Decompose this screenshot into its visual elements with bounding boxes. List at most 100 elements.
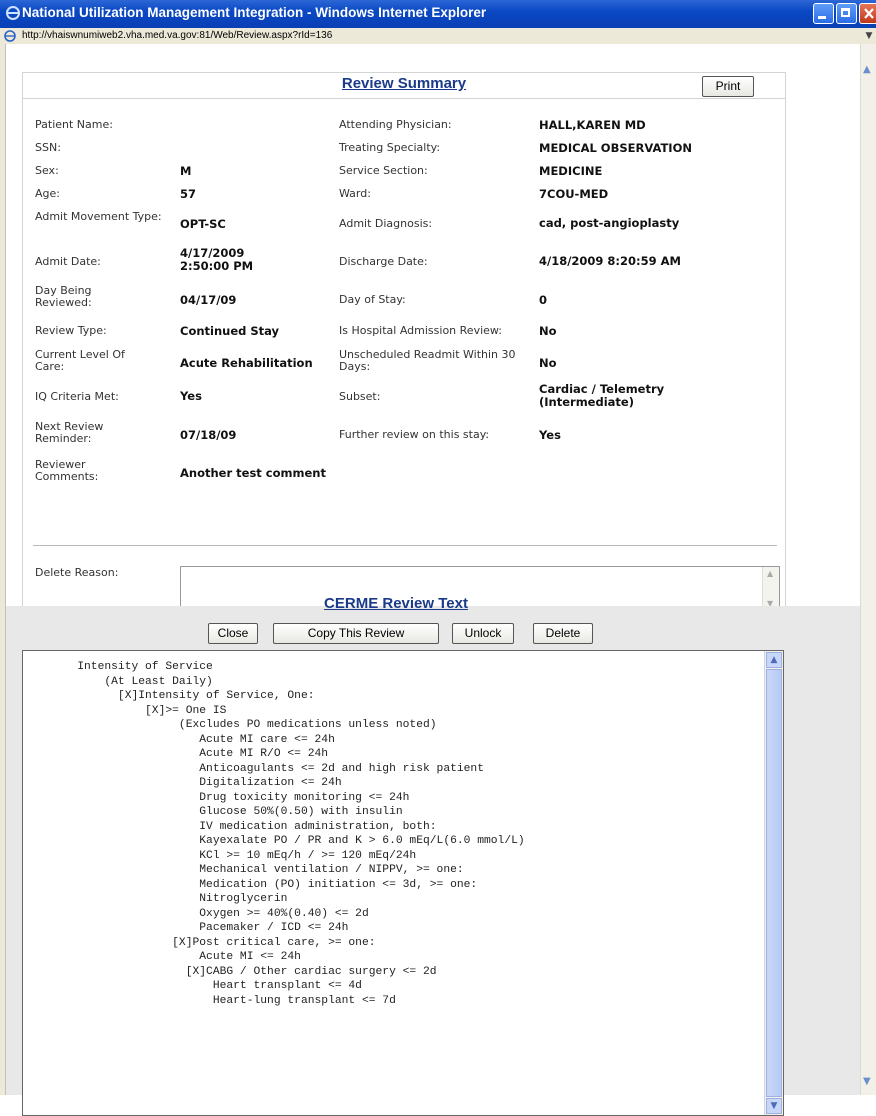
cerme-review-text: Intensity of Service (At Least Daily) [X… xyxy=(23,660,525,1008)
minimize-button[interactable] xyxy=(813,3,834,24)
service-section-value: MEDICINE xyxy=(539,164,603,178)
cerme-line: [X]Post critical care, >= one: xyxy=(23,936,376,949)
hospital-admission-review-value: No xyxy=(539,324,557,338)
delete-reason-scrollbar[interactable]: ▲ ▼ xyxy=(762,567,779,610)
field-label: Further review on this stay: xyxy=(339,428,490,441)
internet-explorer-icon xyxy=(6,6,20,20)
close-window-button[interactable] xyxy=(859,3,876,24)
close-button[interactable]: Close xyxy=(208,623,258,644)
field-label: IQ Criteria Met: xyxy=(35,390,119,403)
maximize-button[interactable] xyxy=(836,3,857,24)
cerme-line: [X]Intensity of Service, One: xyxy=(23,690,315,702)
cerme-line: Glucose 50%(0.50) with insulin xyxy=(23,806,403,818)
cerme-line: Kayexalate PO / PR and K > 6.0 mEq/L(6.0… xyxy=(23,835,525,847)
print-button[interactable]: Print xyxy=(702,76,754,97)
field-label: Current Level Of Care: xyxy=(35,348,125,373)
cerme-line: Acute MI <= 24h xyxy=(23,951,301,963)
page-scrollbar[interactable]: ▲ ▼ xyxy=(860,44,876,1095)
field-label: Is Hospital Admission Review: xyxy=(339,324,503,337)
field-label: Discharge Date: xyxy=(339,255,428,268)
page-content: Review Summary Print Patient Name: Atten… xyxy=(6,44,860,1116)
cerme-line: Pacemaker / ICD <= 24h xyxy=(23,922,349,934)
address-bar[interactable]: http://vhaiswnumiweb2.vha.med.va.gov:81/… xyxy=(0,28,876,45)
window-title: National Utilization Management Integrat… xyxy=(22,5,487,20)
cerme-line: [X]CABG / Other cardiac surgery <= 2d xyxy=(23,965,437,978)
chevron-down-icon[interactable]: ▼ xyxy=(766,1098,782,1114)
delete-button[interactable]: Delete xyxy=(533,623,593,644)
field-label: Service Section: xyxy=(339,164,428,177)
chevron-down-icon[interactable]: ▼ xyxy=(862,30,876,42)
cerme-line: Heart transplant <= 4d xyxy=(23,980,362,992)
field-label: Admit Date: xyxy=(35,255,101,268)
unscheduled-readmit-value: No xyxy=(539,356,557,370)
discharge-date-value: 4/18/2009 8:20:59 AM xyxy=(539,254,681,268)
admit-date-value: 4/17/2009 2:50:00 PM xyxy=(180,246,254,273)
cerme-line: (At Least Daily) xyxy=(23,675,213,688)
field-label: Sex: xyxy=(35,164,59,177)
chevron-up-icon[interactable]: ▲ xyxy=(767,569,773,578)
cerme-line: [X]>= One IS xyxy=(23,704,227,717)
cerme-review-textbox[interactable]: Intensity of Service (At Least Daily) [X… xyxy=(22,650,784,1116)
cerme-line: IV medication administration, both: xyxy=(23,820,437,833)
cerme-line: Anticoagulants <= 2d and high risk patie… xyxy=(23,762,484,775)
field-label: Patient Name: xyxy=(35,118,113,131)
cerme-line: (Excludes PO medications unless noted) xyxy=(23,719,437,731)
field-label: Treating Specialty: xyxy=(339,141,441,154)
field-label: Reviewer Comments: xyxy=(35,458,99,483)
field-label: Day of Stay: xyxy=(339,293,406,306)
scrollbar-thumb[interactable] xyxy=(766,669,782,1097)
cerme-line: Acute MI R/O <= 24h xyxy=(23,748,329,760)
chevron-up-icon[interactable]: ▲ xyxy=(766,652,782,668)
page-icon xyxy=(4,30,16,42)
age-value: 57 xyxy=(180,187,197,201)
admit-diagnosis-value: cad, post-angioplasty xyxy=(539,216,680,230)
field-label: Attending Physician: xyxy=(339,118,452,131)
divider xyxy=(33,545,777,546)
treating-specialty-value: MEDICAL OBSERVATION xyxy=(539,141,692,155)
cerme-line: Oxygen >= 40%(0.40) <= 2d xyxy=(23,907,369,920)
close-icon xyxy=(864,8,874,19)
url-text[interactable]: http://vhaiswnumiweb2.vha.med.va.gov:81/… xyxy=(22,30,332,41)
subset-value: Cardiac / Telemetry (Intermediate) xyxy=(539,382,665,409)
review-summary-title: Review Summary xyxy=(341,75,467,92)
chevron-up-icon[interactable]: ▲ xyxy=(863,64,871,75)
field-label: Age: xyxy=(35,187,60,200)
review-type-value: Continued Stay xyxy=(180,324,280,338)
cerme-line: Acute MI care <= 24h xyxy=(23,733,335,746)
unlock-button[interactable]: Unlock xyxy=(452,623,514,644)
field-label: Day Being Reviewed: xyxy=(35,284,92,309)
copy-review-button[interactable]: Copy This Review xyxy=(273,623,439,644)
day-of-stay-value: 0 xyxy=(539,293,548,307)
cerme-line: Drug toxicity monitoring <= 24h xyxy=(23,791,410,804)
window-title-bar: National Utilization Management Integrat… xyxy=(0,0,876,28)
field-label: Admit Movement Type: xyxy=(35,210,162,223)
field-label: Subset: xyxy=(339,390,381,403)
cerme-line: KCl >= 10 mEq/h / >= 120 mEq/24h xyxy=(23,849,417,862)
cerme-review-title: CERME Review Text xyxy=(324,595,468,612)
cerme-line: Intensity of Service xyxy=(23,661,213,673)
cerme-line: Heart-lung transplant <= 7d xyxy=(23,994,396,1007)
review-summary-panel: Patient Name: Attending Physician: HALL,… xyxy=(22,98,786,622)
further-review-value: Yes xyxy=(539,428,561,442)
cerme-line: Digitalization <= 24h xyxy=(23,777,342,789)
reviewer-comments-value: Another test comment xyxy=(180,466,326,480)
current-level-of-care-value: Acute Rehabilitation xyxy=(180,356,313,370)
admit-movement-type-value: OPT-SC xyxy=(180,217,226,231)
cerme-scrollbar[interactable]: ▲ ▼ xyxy=(764,651,783,1115)
ward-value: 7COU-MED xyxy=(539,187,609,201)
field-label: Admit Diagnosis: xyxy=(339,217,433,230)
field-label: Unscheduled Readmit Within 30 Days: xyxy=(339,348,516,373)
attending-physician-value: HALL,KAREN MD xyxy=(539,118,646,132)
cerme-line: Mechanical ventilation / NIPPV, >= one: xyxy=(23,864,464,876)
delete-reason-label: Delete Reason: xyxy=(35,566,119,579)
field-label: SSN: xyxy=(35,141,61,154)
cerme-line: Nitroglycerin xyxy=(23,893,288,905)
field-label: Review Type: xyxy=(35,324,107,337)
chevron-down-icon[interactable]: ▼ xyxy=(863,1076,871,1087)
review-summary-header: Review Summary xyxy=(22,72,786,99)
next-review-reminder-value: 07/18/09 xyxy=(180,428,237,442)
field-label: Next Review Reminder: xyxy=(35,420,104,445)
iq-criteria-met-value: Yes xyxy=(180,389,202,403)
cerme-line: Medication (PO) initiation <= 3d, >= one… xyxy=(23,878,478,891)
sex-value: M xyxy=(180,164,192,178)
